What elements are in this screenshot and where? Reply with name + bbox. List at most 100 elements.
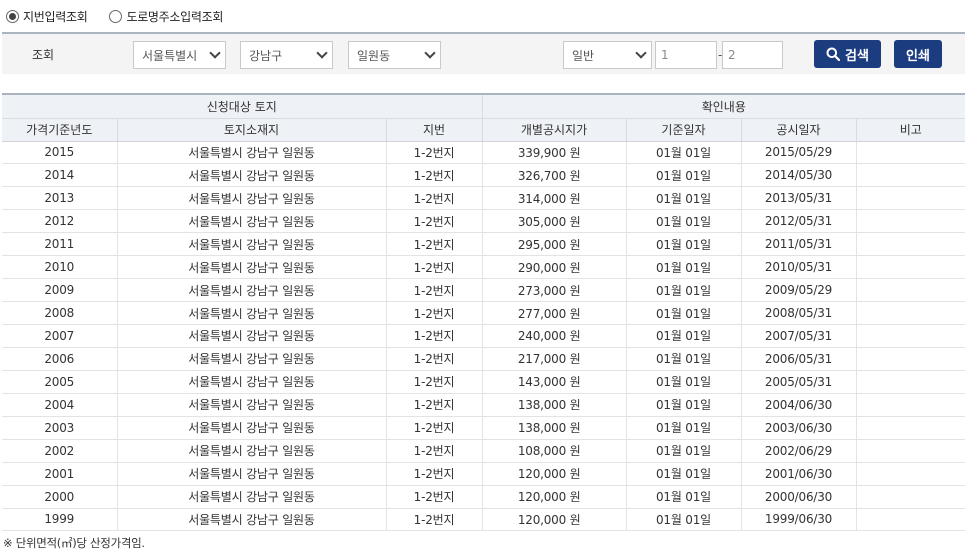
column-remarks-cell — [856, 324, 966, 348]
column-announce-date-cell: 2012/05/31 — [741, 209, 857, 234]
column-jibun-cell: 1-2번지 — [386, 508, 483, 532]
column-jibun-cell: 1-2번지 — [386, 324, 483, 348]
column-jibun-cell: 1-2번지 — [386, 462, 483, 486]
column-remarks-cell — [856, 416, 966, 440]
column-announce-date-cell: 2008/05/31 — [741, 301, 857, 325]
search-label: 조회 — [32, 48, 55, 62]
column-year-cell: 2015 — [2, 141, 118, 165]
table-row: 2015 서울특별시 강남구 일원동 1-2번지 339,900 원 01월 01일 20… — [2, 141, 966, 165]
column-location-cell: 서울특별시 강남구 일원동 — [117, 255, 387, 280]
column-remarks-cell — [856, 232, 966, 257]
column-announce-date-cell: 2003/06/30 — [741, 416, 857, 440]
table-body: 2015 서울특별시 강남구 일원동 1-2번지 339,900 원 01월 01일 20… — [2, 141, 966, 532]
column-announce-date-cell: 2007/05/31 — [741, 324, 857, 348]
column-remarks-cell — [856, 163, 966, 188]
column-announce-date-cell: 2002/06/29 — [741, 439, 857, 463]
column-jibun-cell: 1-2번지 — [386, 186, 483, 211]
column-remarks-cell — [856, 508, 966, 532]
column-location-cell: 서울특별시 강남구 일원동 — [117, 416, 387, 440]
column-remarks-cell — [856, 141, 966, 165]
column-location-cell: 서울특별시 강남구 일원동 — [117, 232, 387, 257]
column-year-cell: 2000 — [2, 485, 118, 509]
column-year-cell: 2013 — [2, 186, 118, 211]
column-location-cell: 서울특별시 강남구 일원동 — [117, 324, 387, 348]
column-year-cell: 2004 — [2, 393, 118, 417]
column-price-cell: 314,000 원 — [482, 186, 627, 211]
column-base-date-cell: 01월 01일 — [626, 370, 742, 394]
column-location-cell: 서울특별시 강남구 일원동 — [117, 462, 387, 486]
column-price-cell: 120,000 원 — [482, 485, 627, 509]
column-location-cell: 서울특별시 강남구 일원동 — [117, 278, 387, 303]
table-row: 2011 서울특별시 강남구 일원동 1-2번지 295,000 원 01월 01일 20… — [2, 232, 966, 257]
column-jibun-cell: 1-2번지 — [386, 141, 483, 165]
column-year-header: 가격기준년도 — [2, 118, 118, 142]
table-row: 2001 서울특별시 강남구 일원동 1-2번지 120,000 원 01월 01일 20… — [2, 462, 966, 486]
sido-select[interactable]: 서울특별시 — [133, 41, 226, 69]
column-year-cell: 2006 — [2, 347, 118, 371]
column-remarks-cell — [856, 209, 966, 234]
print-button[interactable]: 인쇄 — [894, 40, 942, 68]
column-price-cell: 120,000 원 — [482, 462, 627, 486]
chevron-down-icon — [316, 47, 328, 59]
search-button[interactable]: 검색 — [814, 40, 881, 68]
land-type-value: 일반 — [572, 48, 595, 63]
column-remarks-header: 비고 — [856, 118, 966, 142]
column-location-cell: 서울특별시 강남구 일원동 — [117, 163, 387, 188]
column-jibun-cell: 1-2번지 — [386, 301, 483, 325]
column-year-cell: 1999 — [2, 508, 118, 532]
radio-jibun-search[interactable]: 지번입력조회 — [6, 8, 88, 25]
table-row: 2010 서울특별시 강남구 일원동 1-2번지 290,000 원 01월 01일 20… — [2, 255, 966, 280]
column-announce-date-cell: 2005/05/31 — [741, 370, 857, 394]
column-announce-date-cell: 2011/05/31 — [741, 232, 857, 257]
bon-number-input[interactable]: 1 — [655, 41, 717, 69]
bu-number-input[interactable]: 2 — [722, 41, 783, 69]
column-jibun-cell: 1-2번지 — [386, 347, 483, 371]
column-price-cell: 277,000 원 — [482, 301, 627, 325]
column-location-header: 토지소재지 — [117, 118, 387, 142]
column-remarks-cell — [856, 278, 966, 303]
table-row: 2005 서울특별시 강남구 일원동 1-2번지 143,000 원 01월 01일 20… — [2, 370, 966, 394]
column-year-cell: 2010 — [2, 255, 118, 280]
dong-select[interactable]: 일원동 — [348, 41, 441, 69]
column-announce-date-cell: 2006/05/31 — [741, 347, 857, 371]
table-row: 2007 서울특별시 강남구 일원동 1-2번지 240,000 원 01월 01일 20… — [2, 324, 966, 348]
search-bar: 조회 서울특별시 강남구 일원동 일반 1 - 2 검색 인쇄 — [2, 32, 965, 74]
column-year-cell: 2012 — [2, 209, 118, 234]
column-announce-date-cell: 2000/06/30 — [741, 485, 857, 509]
sigungu-select[interactable]: 강남구 — [240, 41, 333, 69]
column-remarks-cell — [856, 255, 966, 280]
column-base-date-cell: 01월 01일 — [626, 393, 742, 417]
column-jibun-cell: 1-2번지 — [386, 278, 483, 303]
column-year-cell: 2014 — [2, 163, 118, 188]
bon-number-value: 1 — [661, 48, 669, 62]
land-price-table: 신청대상 토지 확인내용 가격기준년도 토지소재지 지번 개별공시지가 기준일자 공시일자… — [2, 93, 966, 532]
column-remarks-cell — [856, 370, 966, 394]
radio-road-address-search[interactable]: 도로명주소입력조회 — [109, 8, 223, 25]
column-jibun-cell: 1-2번지 — [386, 163, 483, 188]
table-row: 2004 서울특별시 강남구 일원동 1-2번지 138,000 원 01월 01일 20… — [2, 393, 966, 417]
column-base-date-cell: 01월 01일 — [626, 439, 742, 463]
table-row: 1999 서울특별시 강남구 일원동 1-2번지 120,000 원 01월 01일 19… — [2, 508, 966, 532]
column-year-cell: 2003 — [2, 416, 118, 440]
column-base-date-cell: 01월 01일 — [626, 141, 742, 165]
column-remarks-cell — [856, 439, 966, 463]
table-row: 2006 서울특별시 강남구 일원동 1-2번지 217,000 원 01월 01일 20… — [2, 347, 966, 371]
column-price-cell: 217,000 원 — [482, 347, 627, 371]
column-year-cell: 2001 — [2, 462, 118, 486]
column-remarks-cell — [856, 462, 966, 486]
column-base-date-cell: 01월 01일 — [626, 232, 742, 257]
column-jibun-cell: 1-2번지 — [386, 232, 483, 257]
column-location-cell: 서울특별시 강남구 일원동 — [117, 508, 387, 532]
column-jibun-cell: 1-2번지 — [386, 439, 483, 463]
column-jibun-cell: 1-2번지 — [386, 485, 483, 509]
column-location-cell: 서울특별시 강남구 일원동 — [117, 347, 387, 371]
table-row: 2000 서울특별시 강남구 일원동 1-2번지 120,000 원 01월 01일 20… — [2, 485, 966, 509]
column-price-cell: 290,000 원 — [482, 255, 627, 280]
radio-unselected-icon — [109, 9, 123, 23]
sido-value: 서울특별시 — [142, 48, 198, 63]
table-row: 2012 서울특별시 강남구 일원동 1-2번지 305,000 원 01월 01일 20… — [2, 209, 966, 234]
land-type-select[interactable]: 일반 — [563, 41, 652, 69]
radio-road-label: 도로명주소입력조회 — [126, 9, 224, 24]
column-year-cell: 2008 — [2, 301, 118, 325]
column-year-cell: 2005 — [2, 370, 118, 394]
